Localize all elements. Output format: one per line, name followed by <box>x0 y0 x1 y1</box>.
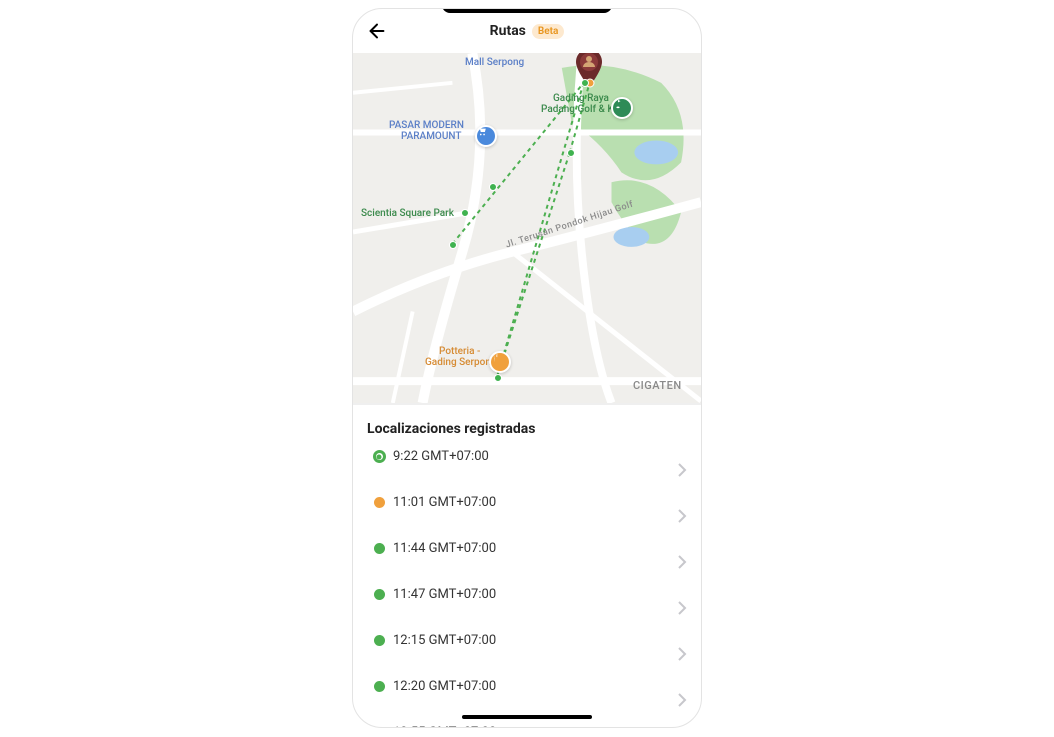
route-point <box>449 241 457 249</box>
route-point <box>489 183 497 191</box>
back-button[interactable] <box>365 19 389 43</box>
locations-section: Localizaciones registradas 9:22 GMT+07:0… <box>353 405 701 727</box>
timeline-item[interactable]: 11:47 GMT+07:00 <box>367 585 687 631</box>
timeline-content: 12:55 GMT+07:00 <box>391 723 687 727</box>
timeline-content: 11:47 GMT+07:00 <box>391 585 687 615</box>
arrow-left-icon <box>366 20 388 42</box>
timeline-marker <box>367 493 391 514</box>
timeline-content: 11:01 GMT+07:00 <box>391 493 687 523</box>
timeline-time: 12:15 GMT+07:00 <box>393 633 496 648</box>
notch <box>442 8 612 13</box>
timeline-time: 12:20 GMT+07:00 <box>393 679 496 694</box>
poi-pin-restaurant[interactable] <box>489 351 511 373</box>
timeline-dot-green <box>374 543 385 554</box>
timeline-marker <box>367 447 391 469</box>
timeline-dot-start <box>373 450 386 463</box>
timeline-marker <box>367 677 391 698</box>
timeline-marker <box>367 585 391 606</box>
timeline-content: 9:22 GMT+07:00 <box>391 447 687 477</box>
timeline-marker <box>367 631 391 652</box>
header: Rutas Beta <box>353 9 701 53</box>
timeline-list: 9:22 GMT+07:00 11:01 GMT+07:00 <box>367 447 687 727</box>
chevron-right-icon <box>677 647 687 661</box>
route-point <box>494 374 502 382</box>
timeline-dot-green <box>374 681 385 692</box>
timeline-content: 12:15 GMT+07:00 <box>391 631 687 661</box>
home-indicator <box>462 715 592 719</box>
map-view[interactable]: Mall Serpong PASAR MODERN PARAMOUNT Gadi… <box>353 53 701 405</box>
golf-icon <box>613 99 623 109</box>
timeline-marker <box>367 723 391 727</box>
chevron-right-icon <box>677 463 687 477</box>
map-background <box>353 53 701 403</box>
timeline-content: 12:20 GMT+07:00 <box>391 677 687 707</box>
poi-pin-golf[interactable] <box>611 97 633 119</box>
chevron-right-icon <box>677 555 687 569</box>
route-point <box>567 149 575 157</box>
timeline-dot-green <box>374 635 385 646</box>
chevron-right-icon <box>677 601 687 615</box>
section-title: Localizaciones registradas <box>367 421 687 437</box>
timeline-item[interactable]: 9:22 GMT+07:00 <box>367 447 687 493</box>
timeline-time: 12:55 GMT+07:00 <box>393 725 496 727</box>
timeline-time: 9:22 GMT+07:00 <box>393 449 489 464</box>
timeline-item[interactable]: 11:44 GMT+07:00 <box>367 539 687 585</box>
timeline-time: 11:47 GMT+07:00 <box>393 587 496 602</box>
utensils-icon <box>491 353 501 363</box>
page-title: Rutas <box>490 23 526 39</box>
beta-badge: Beta <box>532 24 564 39</box>
cart-icon <box>477 127 487 137</box>
route-point <box>461 209 469 217</box>
timeline-dot-green <box>374 589 385 600</box>
timeline-time: 11:01 GMT+07:00 <box>393 495 496 510</box>
timeline-marker <box>367 539 391 560</box>
timeline-dot-orange <box>374 497 385 508</box>
route-point <box>581 79 589 87</box>
chevron-right-icon <box>677 509 687 523</box>
timeline-time: 11:44 GMT+07:00 <box>393 541 496 556</box>
timeline-item[interactable]: 12:15 GMT+07:00 <box>367 631 687 677</box>
timeline-content: 11:44 GMT+07:00 <box>391 539 687 569</box>
timeline-item[interactable]: 12:55 GMT+07:00 <box>367 723 687 727</box>
timeline-item[interactable]: 11:01 GMT+07:00 <box>367 493 687 539</box>
poi-pin-shopping[interactable] <box>475 125 497 147</box>
header-title-wrap: Rutas Beta <box>353 23 701 39</box>
chevron-right-icon <box>677 693 687 707</box>
phone-frame: Rutas Beta <box>352 8 702 728</box>
